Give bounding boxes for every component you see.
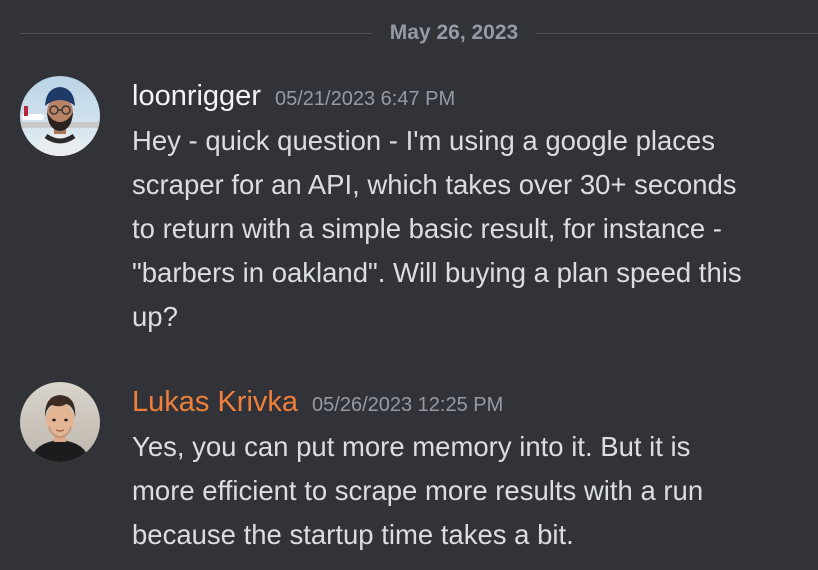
date-divider-label: May 26, 2023 [389,21,519,44]
message-header: loonrigger 05/21/2023 6:47 PM [132,76,455,116]
avatar[interactable] [20,76,100,156]
avatar[interactable] [20,382,100,462]
date-divider: May 26, 2023 [20,20,818,46]
divider-line [20,33,372,34]
message-line: "barbers in oakland". Will buying a plan… [132,257,742,288]
message-line: up? [132,301,178,332]
message-line: because the startup time takes a bit. [132,519,574,550]
message-line: more efficient to scrape more results wi… [132,475,704,506]
timestamp[interactable]: 05/21/2023 6:47 PM [275,79,455,119]
username[interactable]: loonrigger [132,76,261,116]
message-line: to return with a simple basic result, fo… [132,213,722,244]
message-line: Hey - quick question - I'm using a googl… [132,125,716,156]
timestamp[interactable]: 05/26/2023 12:25 PM [312,385,503,425]
divider-line [536,33,818,34]
username[interactable]: Lukas Krivka [132,382,298,422]
message-line: Yes, you can put more memory into it. Bu… [132,431,691,462]
message-content: Hey - quick question - I'm using a googl… [132,119,812,339]
message-line: scraper for an API, which takes over 30+… [132,169,737,200]
message-content: Yes, you can put more memory into it. Bu… [132,425,812,557]
chat-messages: May 26, 2023 loonrigger 05/21/2023 6:47 … [0,0,818,570]
message-header: Lukas Krivka 05/26/2023 12:25 PM [132,382,503,422]
